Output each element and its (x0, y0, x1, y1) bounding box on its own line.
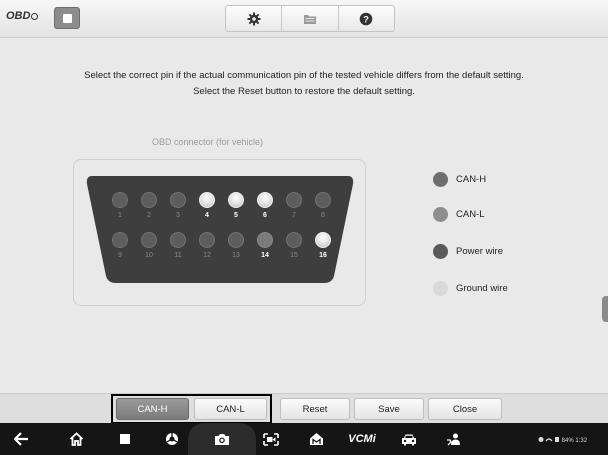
vcmi-icon[interactable]: VCMi (344, 423, 380, 455)
instruction-line-1: Select the correct pin if the actual com… (84, 70, 524, 81)
screen-record-icon[interactable] (259, 423, 283, 455)
reset-button[interactable]: Reset (280, 398, 350, 420)
plug-icon (31, 13, 39, 20)
legend-label-can-h: CAN-H (456, 174, 487, 185)
files-button[interactable] (282, 6, 339, 31)
browser-icon[interactable] (160, 423, 184, 455)
pin-2[interactable] (141, 192, 157, 208)
pin-13[interactable] (228, 232, 244, 248)
obd-logo-text: OBD (6, 10, 31, 22)
connector-label: OBD connector (for vehicle) (152, 137, 264, 147)
pin-number-6: 6 (263, 212, 267, 219)
pin-4[interactable] (199, 192, 215, 208)
vcmi-label: VCMi (348, 433, 376, 445)
svg-text:?: ? (363, 14, 369, 25)
legend-dot-can-h (433, 172, 448, 187)
legend-dot-power-wire (433, 244, 448, 259)
pin-9[interactable] (112, 232, 128, 248)
user-icon[interactable] (443, 423, 467, 455)
pin-number-8: 8 (321, 212, 325, 219)
car-icon[interactable] (397, 423, 421, 455)
pin-14[interactable] (257, 232, 273, 248)
close-button[interactable]: Close (428, 398, 502, 420)
legend-label-can-l: CAN-L (456, 209, 485, 220)
pin-5[interactable] (228, 192, 244, 208)
stop-button[interactable] (54, 7, 80, 29)
pin-number-10: 10 (145, 252, 153, 259)
settings-button[interactable] (226, 6, 283, 31)
bottom-toolbar: CAN-H CAN-L Reset Save Close (0, 393, 608, 423)
obd-connector: 1 2 3 4 5 6 7 8 9 10 11 12 13 14 15 16 (84, 172, 356, 287)
pin-number-7: 7 (292, 212, 296, 219)
obd-logo: OBD (6, 10, 39, 22)
pin-number-3: 3 (176, 212, 180, 219)
pin-number-5: 5 (234, 212, 238, 219)
pin-number-1: 1 (118, 212, 122, 219)
gear-icon (247, 12, 261, 25)
status-area: 84% 1:32 (538, 436, 587, 444)
legend-label-power-wire: Power wire (456, 246, 503, 257)
connector-shape (86, 176, 354, 283)
top-toolbar: OBD ? (0, 0, 608, 38)
pin-number-16: 16 (319, 252, 327, 259)
pin-number-13: 13 (232, 252, 240, 259)
save-button[interactable]: Save (354, 398, 424, 420)
toolbar-button-group: ? (225, 5, 395, 32)
pin-number-4: 4 (205, 212, 209, 219)
pin-3[interactable] (170, 192, 186, 208)
side-drawer-handle[interactable] (602, 296, 608, 322)
help-icon: ? (360, 12, 373, 25)
status-icons (538, 437, 559, 442)
folder-icon (303, 14, 316, 24)
camera-icon[interactable] (210, 423, 234, 455)
pin-number-9: 9 (118, 252, 122, 259)
pin-number-2: 2 (147, 212, 151, 219)
pin-1[interactable] (112, 192, 128, 208)
pin-7[interactable] (286, 192, 302, 208)
instruction-line-2: Select the Reset button to restore the d… (193, 86, 415, 97)
highlight-box (111, 394, 272, 424)
pin-16[interactable] (315, 232, 331, 248)
legend-label-ground-wire: Ground wire (456, 283, 508, 294)
pin-15[interactable] (286, 232, 302, 248)
help-button[interactable]: ? (339, 6, 394, 31)
back-icon[interactable] (10, 423, 34, 455)
pin-number-12: 12 (203, 252, 211, 259)
status-text: 84% 1:32 (561, 438, 588, 444)
pin-8[interactable] (315, 192, 331, 208)
recent-apps-icon[interactable] (113, 423, 137, 455)
maxifix-icon[interactable] (304, 423, 328, 455)
instruction-text: Select the correct pin if the actual com… (0, 68, 608, 100)
pin-number-14: 14 (261, 252, 269, 259)
home-icon[interactable] (64, 423, 88, 455)
pin-10[interactable] (141, 232, 157, 248)
stop-square-icon (63, 14, 72, 23)
pin-6[interactable] (257, 192, 273, 208)
pin-11[interactable] (170, 232, 186, 248)
legend-dot-ground-wire (433, 281, 448, 296)
pin-number-15: 15 (290, 252, 298, 259)
legend-dot-can-l (433, 207, 448, 222)
pin-number-11: 11 (174, 252, 182, 259)
pin-12[interactable] (199, 232, 215, 248)
